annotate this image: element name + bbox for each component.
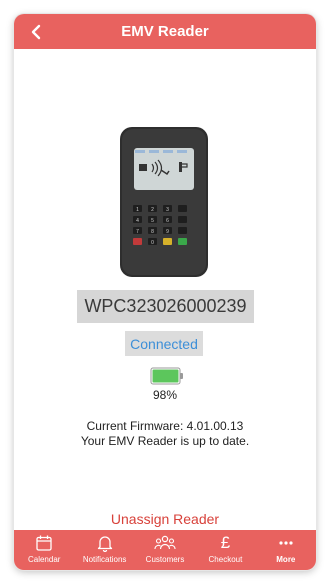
tab-customers[interactable]: Customers — [135, 530, 195, 570]
bell-icon — [97, 536, 112, 552]
battery-percentage: 98% — [152, 388, 178, 402]
tab-calendar-label: Calendar — [27, 555, 61, 564]
header-bar: EMV Reader — [14, 14, 316, 49]
unassign-reader-button[interactable]: Unassign Reader — [14, 511, 316, 527]
keypad-key-label: 8 — [151, 229, 154, 235]
keypad-key-label: 1 — [136, 207, 139, 213]
tab-notifications[interactable]: Notifications — [74, 530, 134, 570]
phone-frame: EMV Reader 1 2 3 4 5 6 7 8 9 0 WPC323026… — [14, 14, 316, 570]
calendar-icon — [36, 535, 52, 551]
keypad-key-label: 6 — [166, 218, 169, 224]
keypad-key-label: 9 — [166, 229, 169, 235]
keypad-key-label: 5 — [151, 218, 154, 224]
tab-customers-label: Customers — [145, 555, 185, 564]
more-dots-icon — [279, 541, 293, 545]
tab-more-label: More — [276, 555, 296, 564]
connection-status-badge: Connected — [125, 331, 203, 356]
tab-calendar[interactable]: Calendar — [14, 530, 74, 570]
back-button[interactable] — [26, 22, 46, 42]
page-title: EMV Reader — [121, 23, 209, 40]
chevron-left-icon — [31, 24, 41, 40]
keypad-key-label: 7 — [136, 229, 139, 235]
firmware-info: Current Firmware: 4.01.00.13 Your EMV Re… — [14, 419, 316, 449]
pound-icon: £ — [220, 533, 231, 552]
update-status: Your EMV Reader is up to date. — [80, 434, 250, 448]
tab-checkout-label: Checkout — [208, 555, 243, 564]
keypad-key-label: 2 — [151, 207, 154, 213]
emv-reader-image: 1 2 3 4 5 6 7 8 9 0 — [120, 127, 208, 277]
firmware-version: Current Firmware: 4.01.00.13 — [86, 419, 244, 433]
battery-icon — [150, 367, 183, 385]
tab-more[interactable]: More — [256, 530, 316, 570]
main-content: 1 2 3 4 5 6 7 8 9 0 WPC323026000239 Conn… — [14, 49, 316, 530]
keypad-key-label: 3 — [166, 207, 169, 213]
keypad-key-label: 4 — [136, 218, 139, 224]
tab-checkout[interactable]: £ Checkout — [195, 530, 255, 570]
keypad-key-label: 0 — [151, 240, 154, 246]
bottom-tab-bar: Calendar Notifications Customers £ Check… — [14, 530, 316, 570]
tab-notifications-label: Notifications — [82, 555, 127, 564]
people-icon — [154, 535, 176, 550]
reader-serial-number: WPC323026000239 — [77, 290, 254, 323]
